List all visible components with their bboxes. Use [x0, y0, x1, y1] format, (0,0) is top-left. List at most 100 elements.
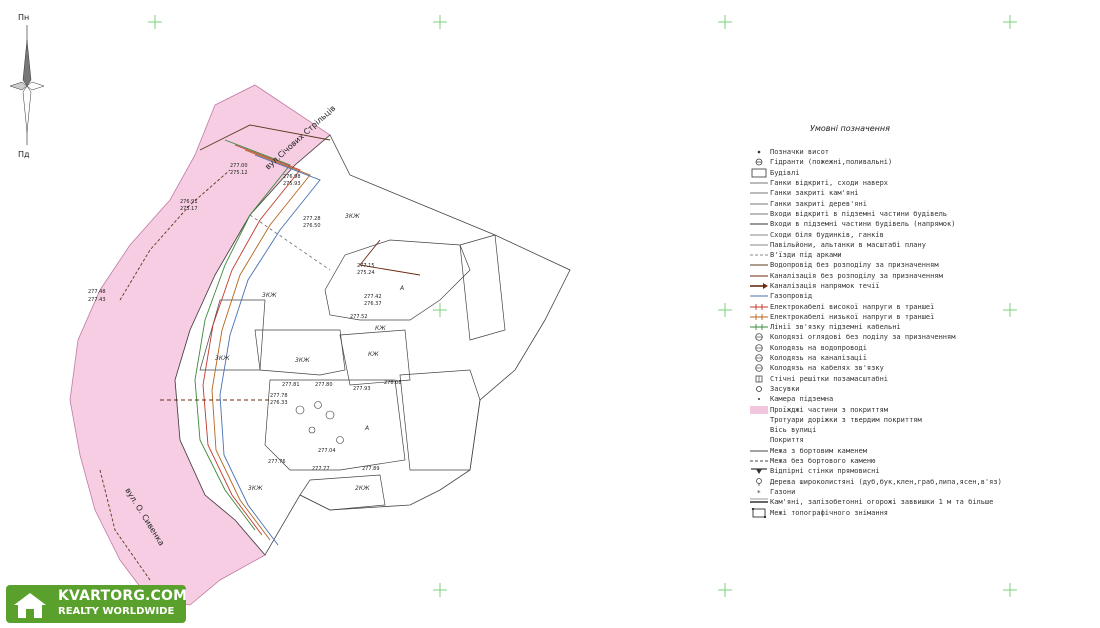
legend-item-label: Колодязь на водопроводі — [770, 343, 867, 352]
legend-symbol-icon — [748, 209, 770, 219]
legend-item: Електрокабелі низької напруги в траншеї — [748, 312, 1093, 322]
legend-symbol-icon — [748, 497, 770, 507]
legend-symbol-icon — [748, 394, 770, 404]
legend-item-label: Межа без бортового каменю — [770, 457, 876, 466]
elevation-label: 275.12 — [230, 170, 248, 176]
elevation-label: 277.48 — [88, 289, 106, 295]
legend-item: Колодязь на кабелях зв'язку — [748, 363, 1093, 373]
registration-cross — [1003, 583, 1017, 597]
legend-list: Позначки висот Гідранти (пожежні,поливаль… — [748, 147, 1093, 518]
legend-item: В'їзди під арками — [748, 250, 1093, 260]
compass-north: Пн — [18, 13, 29, 22]
legend-symbol-icon — [748, 425, 770, 435]
registration-cross — [1003, 15, 1017, 29]
registration-cross — [718, 583, 732, 597]
registration-cross — [433, 303, 447, 317]
elevation-label: 277.93 — [353, 386, 371, 392]
watermark-tagline: REALTY WORLDWIDE — [58, 606, 175, 617]
elevation-label: 277.81 — [282, 382, 300, 388]
legend-item-label: Позначки висот — [770, 148, 830, 157]
watermark: KVARTORG.COM REALTY WORLDWIDE — [6, 585, 187, 623]
legend-item-label: Електрокабелі низької напруги в траншеї — [770, 312, 935, 321]
legend-item-label: Газони — [770, 487, 796, 496]
legend-item: Каналізація без розподілу за призначення… — [748, 271, 1093, 281]
elevation-label: 276.50 — [303, 223, 321, 229]
legend-item: Входи в підземні частини будівель (напря… — [748, 219, 1093, 229]
zone-a-label: A — [399, 285, 404, 292]
legend-item-label: Покриття — [770, 436, 804, 445]
legend-item: Позначки висот — [748, 147, 1093, 157]
registration-cross — [718, 303, 732, 317]
legend-item-label: Межа з бортовим каменем — [770, 446, 867, 455]
legend-item: Лінії зв'язку підземні кабельні — [748, 322, 1093, 332]
legend-symbol-icon — [748, 178, 770, 188]
legend-symbol-icon — [748, 260, 770, 270]
zone-kzh-label: КЖ — [375, 325, 386, 332]
zone-3kzh-label: 3КЖ — [215, 355, 230, 362]
legend-item: Газопровід — [748, 291, 1093, 301]
legend-item-label: Засувки — [770, 384, 800, 393]
svg-text:*: * — [757, 489, 761, 497]
legend-item: Сходи біля будинків, ганків — [748, 229, 1093, 239]
zone-3kzh-label: 3КЖ — [262, 292, 277, 299]
legend-symbol-icon — [748, 312, 770, 322]
legend-symbol-icon — [748, 384, 770, 394]
elevation-label: 275.17 — [180, 206, 198, 212]
legend-item: Каналізація напрямок течії — [748, 281, 1093, 291]
legend-item: Ганки закриті кам'яні — [748, 188, 1093, 198]
zone-2kzh-label: 2КЖ — [355, 485, 370, 492]
legend-item: Відпірні стінки прямовисні — [748, 466, 1093, 476]
elevation-label: 276.91 — [180, 199, 198, 205]
legend-symbol-icon: * — [748, 487, 770, 497]
legend-item: Ганки закриті дерев'яні — [748, 198, 1093, 208]
registration-cross — [433, 15, 447, 29]
legend-item: Павільйони, альтанки в масштабі плану — [748, 240, 1093, 250]
legend-symbol-icon — [748, 363, 770, 373]
legend-symbol-icon — [748, 343, 770, 353]
legend-symbol-icon — [748, 322, 770, 332]
legend-item: Колодязі оглядові без поділу за призначе… — [748, 332, 1093, 342]
legend-item: Покриття — [748, 435, 1093, 445]
legend-symbol-icon — [748, 219, 770, 229]
north-arrow: Пн Пд — [9, 13, 45, 159]
legend-item-label: Ганки закриті дерев'яні — [770, 199, 867, 208]
elevation-label: 277.76 — [268, 459, 286, 465]
legend-symbol-icon — [748, 435, 770, 445]
legend-item-label: Проїжджі частини з покриттям — [770, 405, 889, 414]
legend-item: Стічні решітки позамасштабні — [748, 374, 1093, 384]
legend-item: Колодязь на каналізації — [748, 353, 1093, 363]
legend-symbol-icon — [748, 466, 770, 476]
trees — [295, 401, 344, 444]
zone-3kzh-label: 3КЖ — [345, 213, 360, 220]
legend-item-label: В'їзди під арками — [770, 251, 842, 260]
legend-item-label: Каналізація без розподілу за призначення… — [770, 271, 943, 280]
legend-item: Будівлі — [748, 168, 1093, 178]
legend-item-label: Входи в підземні частини будівель (напря… — [770, 220, 956, 229]
elevation-label: 275.24 — [357, 270, 375, 276]
elevation-label: 276.98 — [283, 174, 301, 180]
legend-symbol-icon — [748, 157, 770, 167]
legend-item-label: Камера підземна — [770, 395, 834, 404]
legend-item: Електрокабелі високої напруги в траншеї — [748, 301, 1093, 311]
legend-symbol-icon — [748, 199, 770, 209]
compass-south: Пд — [18, 150, 30, 159]
legend-symbol-icon — [748, 168, 770, 178]
legend-symbol-icon — [748, 271, 770, 281]
legend-item-label: Колодязь на каналізації — [770, 354, 867, 363]
elevation-label: 277.89 — [362, 466, 380, 472]
elevation-label: 277.42 — [364, 294, 382, 300]
legend-item: * Газони — [748, 487, 1093, 497]
zone-a-label: A — [364, 425, 369, 432]
legend-item: Вісь вулиці — [748, 425, 1093, 435]
legend-item: Межа з бортовим каменем — [748, 446, 1093, 456]
legend-symbol-icon — [748, 147, 770, 157]
legend-item-label: Електрокабелі високої напруги в траншеї — [770, 302, 935, 311]
elevation-label: 276.37 — [364, 301, 382, 307]
legend-item-label: Стічні решітки позамасштабні — [770, 374, 889, 383]
legend-item-label: Дерева широколистяні (дуб,бук,клен,граб,… — [770, 477, 1002, 486]
registration-cross — [718, 15, 732, 29]
legend-item-label: Водопровід без розподілу за призначенням — [770, 261, 939, 270]
legend-item: Кам'яні, залізобетонні огорожі заввишки … — [748, 497, 1093, 507]
legend-symbol-icon — [748, 446, 770, 456]
legend-symbol-icon — [748, 374, 770, 384]
